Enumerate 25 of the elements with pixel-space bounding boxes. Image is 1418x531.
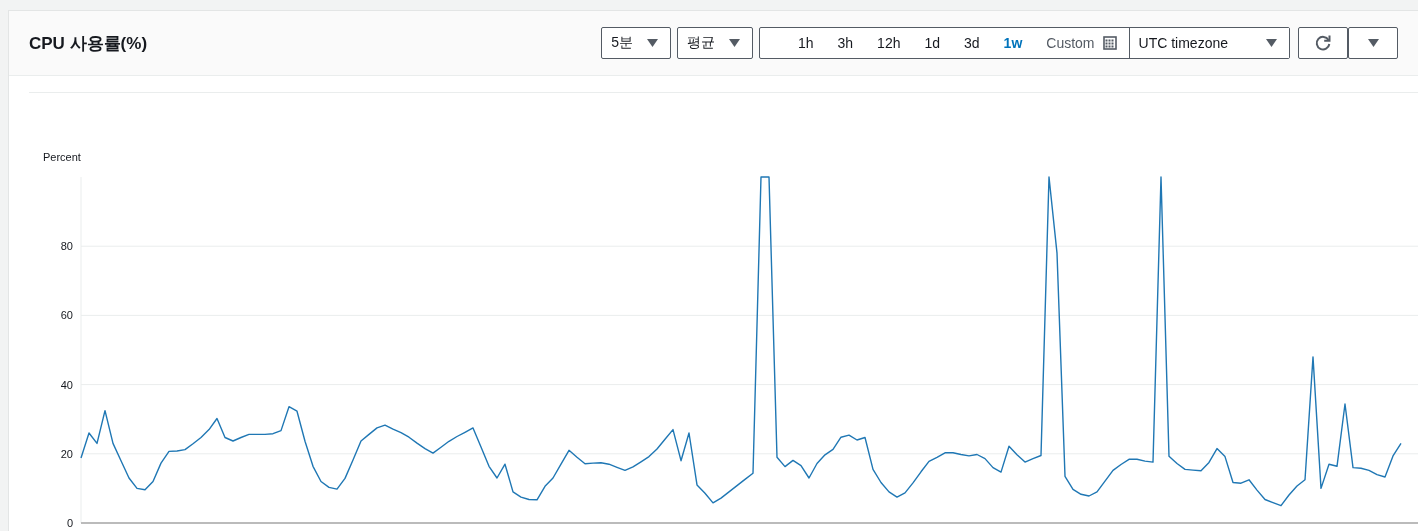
period-dropdown[interactable]: 5분 [601, 27, 671, 59]
caret-icon [728, 39, 740, 47]
refresh-button[interactable] [1298, 27, 1348, 59]
time-range-option[interactable]: 3h [825, 28, 866, 58]
caret-icon [646, 39, 658, 47]
custom-range-button[interactable]: Custom [1034, 28, 1129, 58]
time-range-option[interactable]: 3d [952, 28, 992, 58]
y-tick-label: 60 [60, 309, 73, 322]
calendar-icon [1102, 36, 1117, 50]
y-tick-label: 80 [60, 240, 73, 253]
timezone-dropdown[interactable]: UTC timezone [1128, 28, 1289, 58]
time-range-option[interactable]: 1d [912, 28, 953, 58]
y-tick-label: 40 [60, 378, 73, 391]
time-range-option[interactable]: 1w [991, 28, 1035, 58]
actions-dropdown[interactable] [1348, 27, 1398, 59]
y-tick-label: 0 [66, 517, 73, 529]
time-range-option[interactable]: 12h [865, 28, 913, 58]
y-tick-label: 20 [60, 447, 73, 460]
caret-icon [1266, 39, 1277, 47]
statistic-dropdown[interactable]: 평균 [676, 27, 753, 59]
time-range-option[interactable]: 1h [785, 28, 826, 58]
unit-label: Percent [43, 151, 81, 163]
caret-icon [1367, 39, 1379, 47]
widget-title: CPU 사용률(%) [29, 32, 149, 55]
refresh-icon [1314, 34, 1332, 52]
